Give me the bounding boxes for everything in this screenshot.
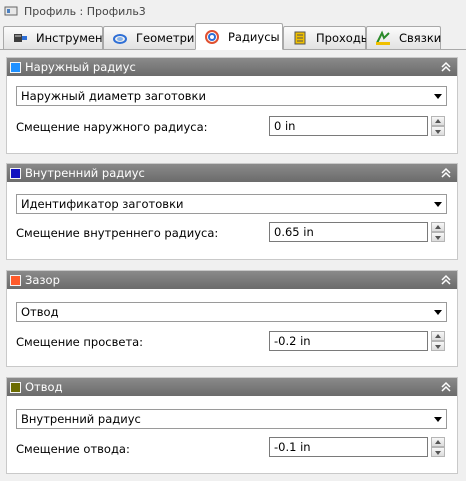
clearance-section: Зазор Отвод Смещение просвета: -0.2 in [6,270,458,367]
outer-radius-select[interactable]: Наружный диаметр заготовки [16,86,447,106]
inner-radius-offset-value: 0.65 in [274,225,314,239]
outer-radius-section: Наружный радиус Наружный диаметр заготов… [6,57,458,154]
collapse-icon[interactable] [439,380,453,394]
clearance-offset-input[interactable]: -0.2 in [269,331,428,351]
tool-icon [12,30,28,46]
spin-down-icon[interactable] [431,232,445,242]
outer-radius-offset-value: 0 in [274,119,296,133]
profile-icon [4,5,18,17]
dropdown-arrow-icon [434,202,442,207]
clearance-select[interactable]: Отвод [16,302,447,322]
clearance-select-value: Отвод [21,305,59,319]
collapse-icon[interactable] [439,166,453,180]
tab-geometry-label: Геометрия [136,31,202,45]
inner-radius-offset-spinner[interactable] [431,222,445,242]
tab-tool-label: Инструмент [36,31,110,45]
inner-radius-section: Внутренний радиус Идентификатор заготовк… [6,163,458,260]
spin-up-icon[interactable] [431,116,445,126]
spin-up-icon[interactable] [431,437,445,447]
tab-tool[interactable]: Инструмент [3,26,109,49]
spin-up-icon[interactable] [431,331,445,341]
window-title: Профиль : Профиль3 [24,4,146,18]
spin-down-icon[interactable] [431,447,445,457]
passes-icon [292,30,308,46]
tab-links-label: Связки [399,31,442,45]
collapse-icon[interactable] [439,273,453,287]
retract-title: Отвод [25,380,63,394]
tab-links[interactable]: Связки [366,26,441,49]
clearance-header[interactable]: Зазор [7,271,457,289]
spin-down-icon[interactable] [431,126,445,136]
radius-icon [204,29,220,45]
dropdown-arrow-icon [434,417,442,422]
clearance-title: Зазор [25,273,60,287]
retract-offset-value: -0.1 in [274,440,311,454]
outer-radius-header[interactable]: Наружный радиус [7,58,457,76]
clearance-offset-value: -0.2 in [274,334,311,348]
tab-radii-label: Радиусы [228,29,280,44]
retract-section: Отвод Внутренний радиус Смещение отвода:… [6,377,458,474]
clearance-offset-label: Смещение просвета: [16,335,144,349]
outer-radius-color-swatch [10,61,21,73]
spin-up-icon[interactable] [431,222,445,232]
dropdown-arrow-icon [434,310,442,315]
tab-bar: Инструмент Геометрия Радиусы Проходы Свя… [0,22,466,50]
links-icon [375,30,391,46]
retract-color-swatch [10,381,21,393]
inner-radius-header[interactable]: Внутренний радиус [7,164,457,182]
tab-passes[interactable]: Проходы [283,26,370,49]
outer-radius-title: Наружный радиус [25,60,136,74]
retract-offset-input[interactable]: -0.1 in [269,437,428,457]
inner-radius-select[interactable]: Идентификатор заготовки [16,194,447,214]
inner-radius-title: Внутренний радиус [25,166,145,180]
title-bar: Профиль : Профиль3 [0,0,466,22]
outer-radius-select-value: Наружный диаметр заготовки [21,89,206,103]
collapse-icon[interactable] [439,60,453,74]
inner-radius-color-swatch [10,167,21,179]
inner-radius-offset-input[interactable]: 0.65 in [269,222,428,242]
tab-geometry[interactable]: Геометрия [103,26,201,49]
outer-radius-offset-spinner[interactable] [431,116,445,136]
retract-offset-spinner[interactable] [431,437,445,457]
tab-content-radii: Наружный радиус Наружный диаметр заготов… [0,50,466,481]
clearance-color-swatch [10,274,21,286]
outer-radius-offset-input[interactable]: 0 in [269,116,428,136]
retract-header[interactable]: Отвод [7,378,457,396]
geometry-icon [112,30,128,46]
retract-select[interactable]: Внутренний радиус [16,409,447,429]
inner-radius-offset-label: Смещение внутреннего радиуса: [16,226,219,240]
spin-down-icon[interactable] [431,341,445,351]
clearance-offset-spinner[interactable] [431,331,445,351]
retract-select-value: Внутренний радиус [21,412,141,426]
dropdown-arrow-icon [434,94,442,99]
outer-radius-offset-label: Смещение наружного радиуса: [16,120,208,134]
inner-radius-select-value: Идентификатор заготовки [21,197,184,211]
tab-passes-label: Проходы [316,31,370,45]
retract-offset-label: Смещение отвода: [16,442,130,456]
tab-radii[interactable]: Радиусы [195,23,283,50]
